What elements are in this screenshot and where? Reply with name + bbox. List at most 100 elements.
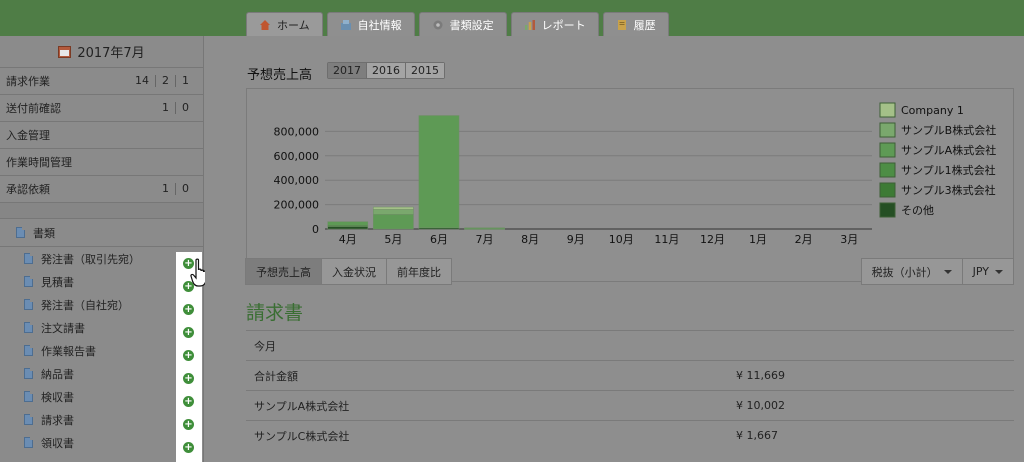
subtab-forecast[interactable]: 予想売上高 bbox=[245, 258, 322, 285]
sidebar-item-payment-management[interactable]: 入金管理 bbox=[0, 122, 203, 149]
chart-legend-swatch bbox=[879, 102, 896, 118]
invoice-table: 今月 合計金額 ¥ 11,669 サンプルA株式会社 ¥ 10,002 サンプル… bbox=[246, 330, 1014, 450]
bar-chart-icon bbox=[524, 19, 535, 30]
gear-icon bbox=[433, 20, 443, 29]
sales-forecast-chart: 0 200,000 400,000 600,000 800,000 4月 5月 6月 7月 8月 9… bbox=[246, 88, 1014, 282]
add-purchase-order-self-button[interactable]: + bbox=[183, 304, 194, 315]
sidebar-item-billing-work[interactable]: 請求作業 14 2 1 bbox=[0, 68, 203, 95]
chart-bar bbox=[327, 221, 369, 226]
document-icon bbox=[24, 253, 33, 264]
sidebar-doc-purchase-order-client[interactable]: 発注書（取引先宛） bbox=[0, 247, 203, 270]
caret-down-icon bbox=[943, 269, 952, 274]
sidebar-month-label: 2017年7月 bbox=[77, 46, 145, 61]
add-invoice-button[interactable]: + bbox=[183, 419, 194, 430]
chart-x-tick-label: 7月 bbox=[476, 233, 494, 246]
tax-dropdown-label: 税抜（小計） bbox=[871, 265, 938, 279]
table-cell-label: サンプルC株式会社 bbox=[254, 429, 350, 443]
year-2016-button[interactable]: 2016 bbox=[366, 63, 405, 78]
table-cell-value: ¥ 1,667 bbox=[736, 429, 778, 442]
chart-x-tick-label: 4月 bbox=[339, 233, 357, 246]
count-badge: 0 bbox=[175, 102, 195, 114]
chart-subtabs: 予想売上高 入金状況 前年度比 bbox=[245, 258, 452, 285]
sidebar-doc-order-acceptance[interactable]: 注文請書 bbox=[0, 316, 203, 339]
tab-report[interactable]: レポート bbox=[510, 12, 599, 36]
chart-legend-swatch bbox=[879, 142, 896, 158]
tab-home[interactable]: ホーム bbox=[246, 12, 323, 36]
table-row[interactable]: サンプルA株式会社 ¥ 10,002 bbox=[246, 390, 1014, 420]
chart-legend-label: サンプルB株式会社 bbox=[901, 123, 996, 137]
sidebar-item-approval-request[interactable]: 承認依頼 1 0 bbox=[0, 176, 203, 203]
add-inspection-receipt-button[interactable]: + bbox=[183, 396, 194, 407]
forecast-title: 予想売上高 bbox=[247, 68, 313, 83]
sidebar-item-label: 作業時間管理 bbox=[6, 156, 72, 169]
sidebar-doc-estimate[interactable]: 見積書 bbox=[0, 270, 203, 293]
invoice-section-title: 請求書 bbox=[246, 302, 304, 324]
document-icon bbox=[24, 276, 33, 287]
add-receipt-button[interactable]: + bbox=[183, 442, 194, 453]
chart-y-tick-label: 0 bbox=[312, 223, 319, 236]
table-row: 今月 bbox=[246, 330, 1014, 360]
chart-dropdowns: 税抜（小計） JPY bbox=[860, 258, 1014, 285]
sidebar-item-counts: 14 2 1 bbox=[129, 75, 195, 87]
chart-bar bbox=[418, 115, 460, 229]
sidebar-doc-work-report[interactable]: 作業報告書 bbox=[0, 339, 203, 362]
count-badge: 14 bbox=[135, 74, 149, 87]
chart-bar bbox=[327, 226, 369, 230]
chart-legend-swatch bbox=[879, 202, 896, 218]
chart-x-tick-label: 8月 bbox=[521, 233, 539, 246]
chart-x-tick-label: 3月 bbox=[840, 233, 858, 246]
add-delivery-note-button[interactable]: + bbox=[183, 373, 194, 384]
sidebar-item-pre-send-check[interactable]: 送付前確認 1 0 bbox=[0, 95, 203, 122]
tab-company-info-label: 自社情報 bbox=[357, 18, 402, 32]
tab-company-info[interactable]: 自社情報 bbox=[326, 12, 415, 36]
tab-document-settings-label: 書類設定 bbox=[449, 18, 494, 32]
year-2015-button[interactable]: 2015 bbox=[405, 63, 444, 78]
table-row[interactable]: サンプルC株式会社 ¥ 1,667 bbox=[246, 420, 1014, 450]
sidebar-doc-receipt[interactable]: 領収書 bbox=[0, 431, 203, 454]
sidebar-documents-header[interactable]: 書類 bbox=[0, 219, 203, 247]
subtab-year-over-year[interactable]: 前年度比 bbox=[386, 258, 452, 285]
tab-history-label: 履歴 bbox=[633, 18, 656, 32]
sidebar-doc-delivery-note[interactable]: 納品書 bbox=[0, 362, 203, 385]
year-selector: 2017 2016 2015 bbox=[327, 62, 445, 79]
sidebar-doc-inspection-receipt[interactable]: 検収書 bbox=[0, 385, 203, 408]
chart-bar bbox=[373, 214, 414, 230]
sidebar-item-work-time-management[interactable]: 作業時間管理 bbox=[0, 149, 203, 176]
tab-document-settings[interactable]: 書類設定 bbox=[418, 12, 507, 36]
add-order-acceptance-button[interactable]: + bbox=[183, 327, 194, 338]
sidebar-month-header[interactable]: 2017年7月 bbox=[0, 36, 203, 68]
chart-x-tick-label: 12月 bbox=[700, 233, 725, 246]
sidebar-doc-purchase-order-self[interactable]: 発注書（自社宛） bbox=[0, 293, 203, 316]
currency-dropdown[interactable]: JPY bbox=[961, 258, 1014, 285]
document-icon bbox=[24, 299, 33, 310]
sidebar-item-label: 請求作業 bbox=[6, 75, 50, 88]
sidebar-section-label: 書類 bbox=[33, 226, 55, 240]
chart-bar bbox=[373, 206, 414, 210]
tab-history[interactable]: 履歴 bbox=[602, 12, 669, 36]
chart-y-tick-label: 400,000 bbox=[274, 174, 320, 187]
subtab-payment-status[interactable]: 入金状況 bbox=[321, 258, 387, 285]
year-2017-button[interactable]: 2017 bbox=[328, 63, 366, 78]
chart-x-tick-label: 10月 bbox=[609, 233, 634, 246]
chart-legend-swatch bbox=[879, 122, 896, 138]
count-badge: 0 bbox=[175, 183, 195, 195]
count-badge: 2 bbox=[155, 75, 175, 87]
sidebar-item-counts: 1 0 bbox=[156, 183, 195, 195]
document-icon bbox=[24, 322, 33, 333]
sidebar-item-label: 入金管理 bbox=[6, 129, 50, 142]
app-header: ホーム 自社情報 書類設定 レポート 履歴 bbox=[0, 0, 1024, 36]
add-work-report-button[interactable]: + bbox=[183, 350, 194, 361]
chart-y-tick-label: 600,000 bbox=[274, 150, 320, 163]
currency-dropdown-label: JPY bbox=[972, 265, 989, 278]
table-cell-label: 合計金額 bbox=[254, 369, 298, 383]
sidebar-doc-invoice[interactable]: 請求書 bbox=[0, 408, 203, 431]
count-badge: 1 bbox=[162, 101, 169, 114]
document-icon bbox=[24, 414, 33, 425]
tax-dropdown[interactable]: 税抜（小計） bbox=[860, 258, 963, 285]
table-row: 合計金額 ¥ 11,669 bbox=[246, 360, 1014, 390]
chart-legend-label: サンプル3株式会社 bbox=[901, 183, 996, 197]
chart-legend-swatch bbox=[879, 162, 896, 178]
document-icon bbox=[24, 437, 33, 448]
chart-legend-label: サンプルA株式会社 bbox=[901, 143, 996, 157]
chart-bar bbox=[464, 227, 505, 230]
